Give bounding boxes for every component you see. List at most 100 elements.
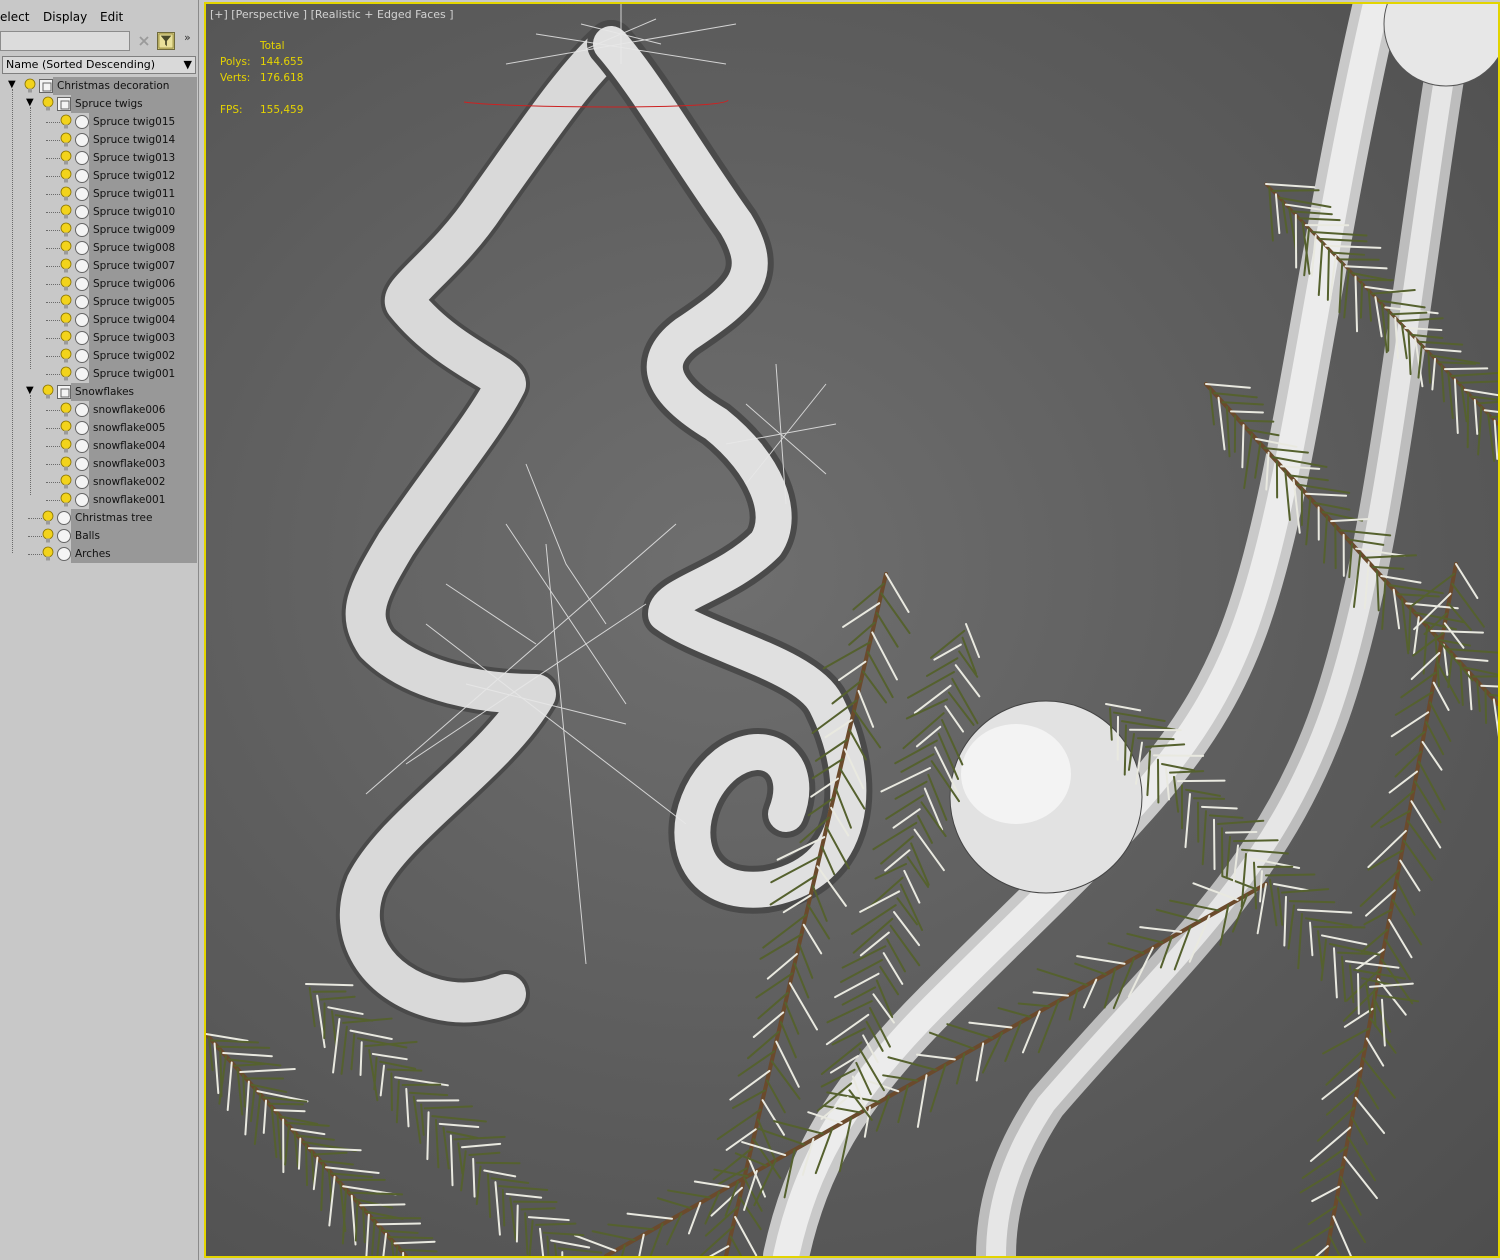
spruce-needle — [1432, 681, 1450, 712]
object-icon — [74, 114, 90, 130]
spruce-needle — [894, 739, 938, 765]
visibility-bulb-icon[interactable] — [60, 420, 72, 436]
visibility-bulb-icon[interactable] — [60, 150, 72, 166]
visibility-bulb-icon[interactable] — [42, 546, 54, 562]
visibility-bulb-icon[interactable] — [60, 222, 72, 238]
visibility-bulb-icon[interactable] — [60, 402, 72, 418]
spruce-needle — [667, 1189, 711, 1199]
search-input[interactable] — [0, 31, 130, 51]
viewport-label[interactable]: [+] [Perspective ] [Realistic + Edged Fa… — [210, 8, 454, 21]
visibility-bulb-icon[interactable] — [60, 492, 72, 508]
spruce-needle — [325, 1166, 380, 1174]
spruce-needle — [557, 1247, 603, 1254]
spruce-needle — [379, 1060, 417, 1070]
spruce-needle — [779, 1021, 797, 1059]
spruce-needle — [607, 1223, 655, 1231]
spruce-needle — [386, 1068, 423, 1072]
spruce-needle — [766, 1079, 786, 1114]
object-icon — [74, 492, 90, 508]
clear-search-icon[interactable] — [136, 33, 152, 49]
visibility-bulb-icon[interactable] — [42, 528, 54, 544]
tree-connector — [46, 176, 60, 177]
spruce-needle — [253, 1093, 262, 1146]
spruce-needle — [1413, 616, 1420, 655]
visibility-bulb-icon[interactable] — [60, 132, 72, 148]
spruce-needle — [1446, 648, 1498, 654]
spruce-needle — [729, 1235, 743, 1256]
spruce-needle — [591, 1230, 636, 1242]
spruce-needle — [1305, 492, 1348, 497]
tree-item-label: snowflake005 — [93, 422, 166, 434]
spruce-needle — [297, 1137, 302, 1170]
menu-edit[interactable]: Edit — [100, 10, 123, 24]
tree-row[interactable]: ▼ Christmas decoration — [0, 77, 199, 95]
visibility-bulb-icon[interactable] — [60, 456, 72, 472]
visibility-bulb-icon[interactable] — [42, 96, 54, 112]
visibility-bulb-icon[interactable] — [60, 276, 72, 292]
spruce-needle — [834, 972, 880, 999]
spruce-needle — [267, 1102, 304, 1106]
spruce-needle — [1414, 780, 1442, 824]
spruce-needle — [1443, 622, 1465, 649]
object-icon — [74, 294, 90, 310]
spruce-needle — [520, 1207, 556, 1211]
visibility-bulb-icon[interactable] — [60, 312, 72, 328]
spruce-needle — [395, 1080, 400, 1124]
expand-panel-icon[interactable]: » — [184, 31, 191, 44]
spruce-needle — [524, 1212, 529, 1256]
tree-row[interactable]: Arches — [0, 545, 199, 563]
spruce-needle — [347, 1191, 404, 1196]
spruce-needle — [882, 952, 904, 985]
visibility-bulb-icon[interactable] — [60, 114, 72, 130]
visibility-bulb-icon[interactable] — [42, 510, 54, 526]
tree-item-label: Spruce twig010 — [93, 206, 176, 218]
spruce-needle — [1345, 960, 1400, 969]
spruce-needle — [270, 1105, 278, 1159]
visibility-bulb-icon[interactable] — [60, 294, 72, 310]
sort-order-select[interactable]: Name (Sorted Descending) ▼ — [2, 56, 196, 74]
spruce-needle — [1289, 900, 1336, 904]
tree-connector — [46, 284, 60, 285]
tree-connector — [28, 554, 42, 555]
spruce-needle — [1367, 289, 1373, 322]
visibility-bulb-icon[interactable] — [60, 474, 72, 490]
tree-connector — [46, 302, 60, 303]
tree-item-label: Spruce twig008 — [93, 242, 176, 254]
spruce-needle — [393, 1240, 436, 1245]
spruce-needle — [1193, 797, 1226, 800]
tree-connector — [30, 107, 31, 369]
spruce-needle — [1381, 303, 1388, 354]
visibility-bulb-icon[interactable] — [42, 384, 54, 400]
tree-item-label: Spruce twig015 — [93, 116, 176, 128]
menu-display[interactable]: Display — [43, 10, 87, 24]
spruce-needle — [1477, 400, 1498, 405]
spruce-needle — [906, 671, 955, 699]
visibility-bulb-icon[interactable] — [24, 78, 36, 94]
spruce-needle — [841, 945, 887, 969]
spruce-needle — [1427, 351, 1431, 384]
visibility-bulb-icon[interactable] — [60, 348, 72, 364]
tree-row[interactable]: Balls — [0, 527, 199, 545]
spruce-needle — [320, 1163, 325, 1212]
perspective-viewport[interactable]: [+] [Perspective ] [Realistic + Edged Fa… — [204, 2, 1500, 1258]
visibility-bulb-icon[interactable] — [60, 258, 72, 274]
menu-select[interactable]: elect — [0, 10, 29, 24]
spruce-needle — [1333, 947, 1338, 999]
spruce-needle — [798, 943, 814, 979]
visibility-bulb-icon[interactable] — [60, 186, 72, 202]
tree-connector — [46, 428, 60, 429]
tree-row[interactable]: Christmas tree — [0, 509, 199, 527]
filter-icon[interactable] — [157, 32, 175, 50]
spruce-needle — [226, 1061, 233, 1112]
tree-connector — [46, 194, 60, 195]
tree-connector — [46, 140, 60, 141]
object-icon — [74, 420, 90, 436]
visibility-bulb-icon[interactable] — [60, 240, 72, 256]
visibility-bulb-icon[interactable] — [60, 204, 72, 220]
visibility-bulb-icon[interactable] — [60, 168, 72, 184]
visibility-bulb-icon[interactable] — [60, 438, 72, 454]
spruce-needle — [528, 1220, 534, 1256]
visibility-bulb-icon[interactable] — [60, 330, 72, 346]
tree-item-label: Spruce twigs — [75, 98, 143, 110]
visibility-bulb-icon[interactable] — [60, 366, 72, 382]
